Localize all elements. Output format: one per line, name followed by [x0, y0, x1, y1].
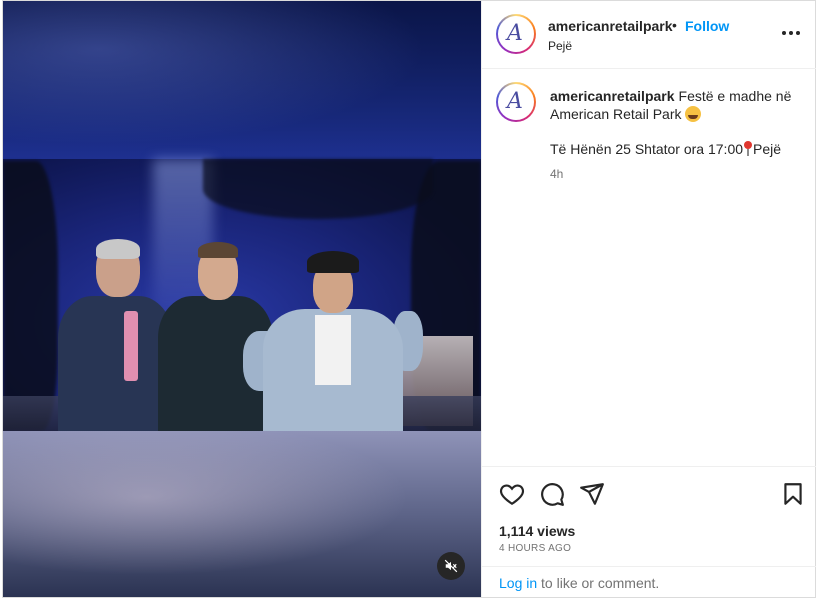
caption-event-line: Të Hënën 25 Shtator ora 17:00 Pejë: [550, 141, 781, 157]
login-prompt-text: to like or comment.: [537, 575, 660, 591]
login-link[interactable]: Log in: [499, 575, 537, 591]
share-paper-plane-icon[interactable]: [579, 481, 605, 507]
instagram-post: A americanretailpark • Follow Pejë A ame…: [2, 0, 816, 598]
post-time-ago: 4 HOURS AGO: [499, 543, 572, 554]
caption-username[interactable]: americanretailpark: [550, 88, 675, 104]
more-options-icon[interactable]: [780, 23, 802, 43]
round-pushpin-icon: [743, 141, 753, 157]
event-location-text: Pejë: [753, 141, 782, 157]
event-date-text: Të Hënën 25 Shtator ora 17:00: [550, 141, 744, 157]
follow-button[interactable]: Follow: [685, 18, 729, 34]
post-username[interactable]: americanretailpark: [548, 18, 673, 34]
separator-dot: •: [672, 17, 677, 33]
avatar[interactable]: A: [496, 14, 536, 54]
brand-logo: A: [501, 87, 531, 117]
caption-timestamp[interactable]: 4h: [550, 167, 563, 181]
muted-speaker-icon: [444, 559, 458, 573]
post-location[interactable]: Pejë: [548, 39, 572, 53]
post-sidebar: A americanretailpark • Follow Pejë A ame…: [481, 1, 816, 597]
post-actions: 1,114 views 4 HOURS AGO: [482, 466, 816, 566]
caption-avatar[interactable]: A: [496, 82, 536, 122]
caption-text: americanretailpark Festë e madhe në Ameri…: [550, 87, 802, 123]
post-header: A americanretailpark • Follow Pejë: [482, 1, 816, 69]
view-count[interactable]: 1,114 views: [499, 523, 575, 539]
like-heart-icon[interactable]: [499, 481, 525, 507]
mute-button[interactable]: [437, 552, 465, 580]
login-prompt: Log in to like or comment.: [482, 566, 816, 597]
comment-bubble-icon[interactable]: [539, 481, 565, 507]
brand-logo: A: [501, 19, 531, 49]
post-video[interactable]: [3, 1, 481, 597]
post-caption: A americanretailpark Festë e madhe në Ame…: [482, 69, 816, 465]
save-bookmark-icon[interactable]: [780, 481, 806, 507]
smiling-face-with-hearts-emoji-icon: [685, 106, 702, 122]
